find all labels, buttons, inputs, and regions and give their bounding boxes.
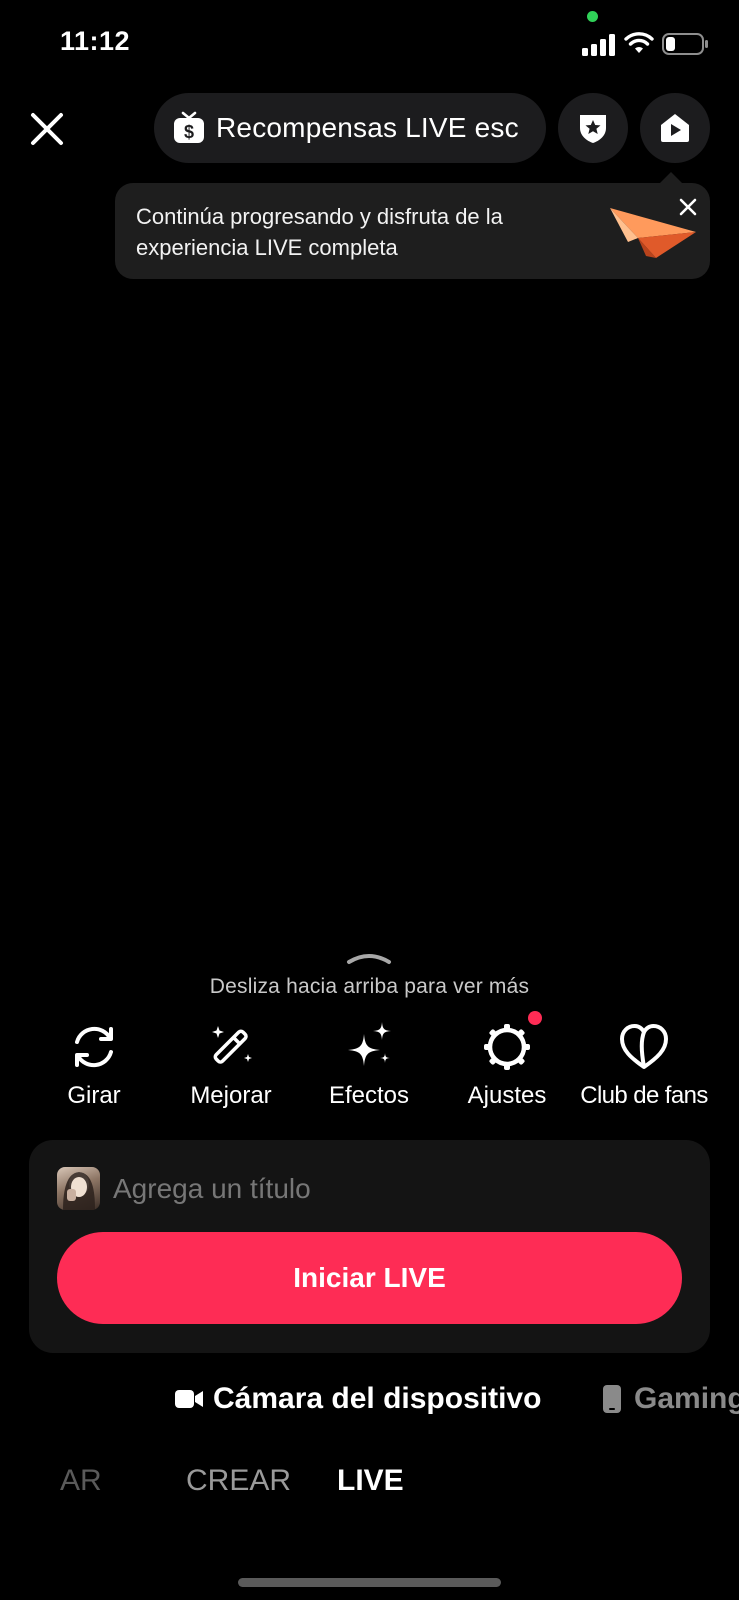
status-time: 11:12: [60, 26, 131, 56]
share-button[interactable]: [640, 93, 710, 163]
svg-text:$: $: [184, 122, 194, 142]
shield-star-icon: [580, 115, 606, 143]
tool-label: Girar: [67, 1082, 121, 1109]
rotate-icon: [75, 1026, 113, 1068]
mode-tab-live[interactable]: LIVE: [337, 1464, 404, 1498]
privacy-indicator-dot: [587, 11, 598, 22]
tool-label: Mejorar: [190, 1082, 272, 1109]
source-gaming-label: Gaming: [634, 1382, 739, 1415]
enhance-button[interactable]: Mejorar: [163, 1020, 299, 1110]
heart-icon: [620, 1024, 668, 1069]
tool-label: Ajustes: [467, 1082, 547, 1109]
phone-icon: [603, 1385, 621, 1413]
magic-wand-icon: [212, 1026, 252, 1064]
close-icon: [31, 113, 63, 145]
tool-label: Efectos: [328, 1082, 410, 1109]
title-input[interactable]: [113, 1168, 673, 1210]
notification-badge: [528, 1011, 542, 1025]
share-arrow-icon: [661, 114, 689, 142]
sparkles-icon: [348, 1022, 391, 1066]
close-icon: [679, 198, 697, 216]
home-indicator[interactable]: [238, 1578, 501, 1587]
live-rewards-button[interactable]: $ Recompensas LIVE esc: [154, 93, 546, 163]
effects-button[interactable]: Efectos: [301, 1020, 437, 1110]
avatar-image: [63, 1172, 95, 1210]
battery-icon: [662, 33, 708, 55]
source-camera-label: Cámara del dispositivo: [213, 1382, 542, 1415]
tooltip-text: Continúa progresando y disfruta de la ex…: [136, 204, 503, 260]
tooltip-close-button[interactable]: [674, 193, 702, 221]
avatar[interactable]: [57, 1167, 100, 1210]
mode-tab-crear[interactable]: CREAR: [186, 1464, 291, 1498]
tv-dollar-icon: $: [174, 111, 204, 143]
start-live-button[interactable]: Iniciar LIVE: [57, 1232, 682, 1324]
live-rewards-label: Recompensas LIVE esc: [216, 112, 519, 143]
source-gaming[interactable]: Gaming: [602, 1382, 739, 1416]
ranking-shield-button[interactable]: [558, 93, 628, 163]
source-device-camera[interactable]: Cámara del dispositivo: [175, 1382, 541, 1416]
wifi-icon: [624, 32, 654, 53]
close-button[interactable]: [22, 104, 72, 154]
flip-camera-button[interactable]: Girar: [26, 1020, 162, 1110]
fan-club-button[interactable]: Club de fans: [576, 1020, 712, 1110]
settings-button[interactable]: Ajustes: [439, 1020, 575, 1110]
swipe-up-hint: Desliza hacia arriba para ver más: [209, 975, 530, 998]
tool-label: Club de fans: [580, 1082, 708, 1109]
video-camera-icon: [175, 1390, 203, 1408]
settings-gear-icon: [484, 1024, 530, 1070]
chevron-up-icon[interactable]: [345, 950, 393, 966]
cellular-signal-icon: [582, 34, 615, 56]
mode-tab-ar[interactable]: AR: [60, 1464, 102, 1498]
